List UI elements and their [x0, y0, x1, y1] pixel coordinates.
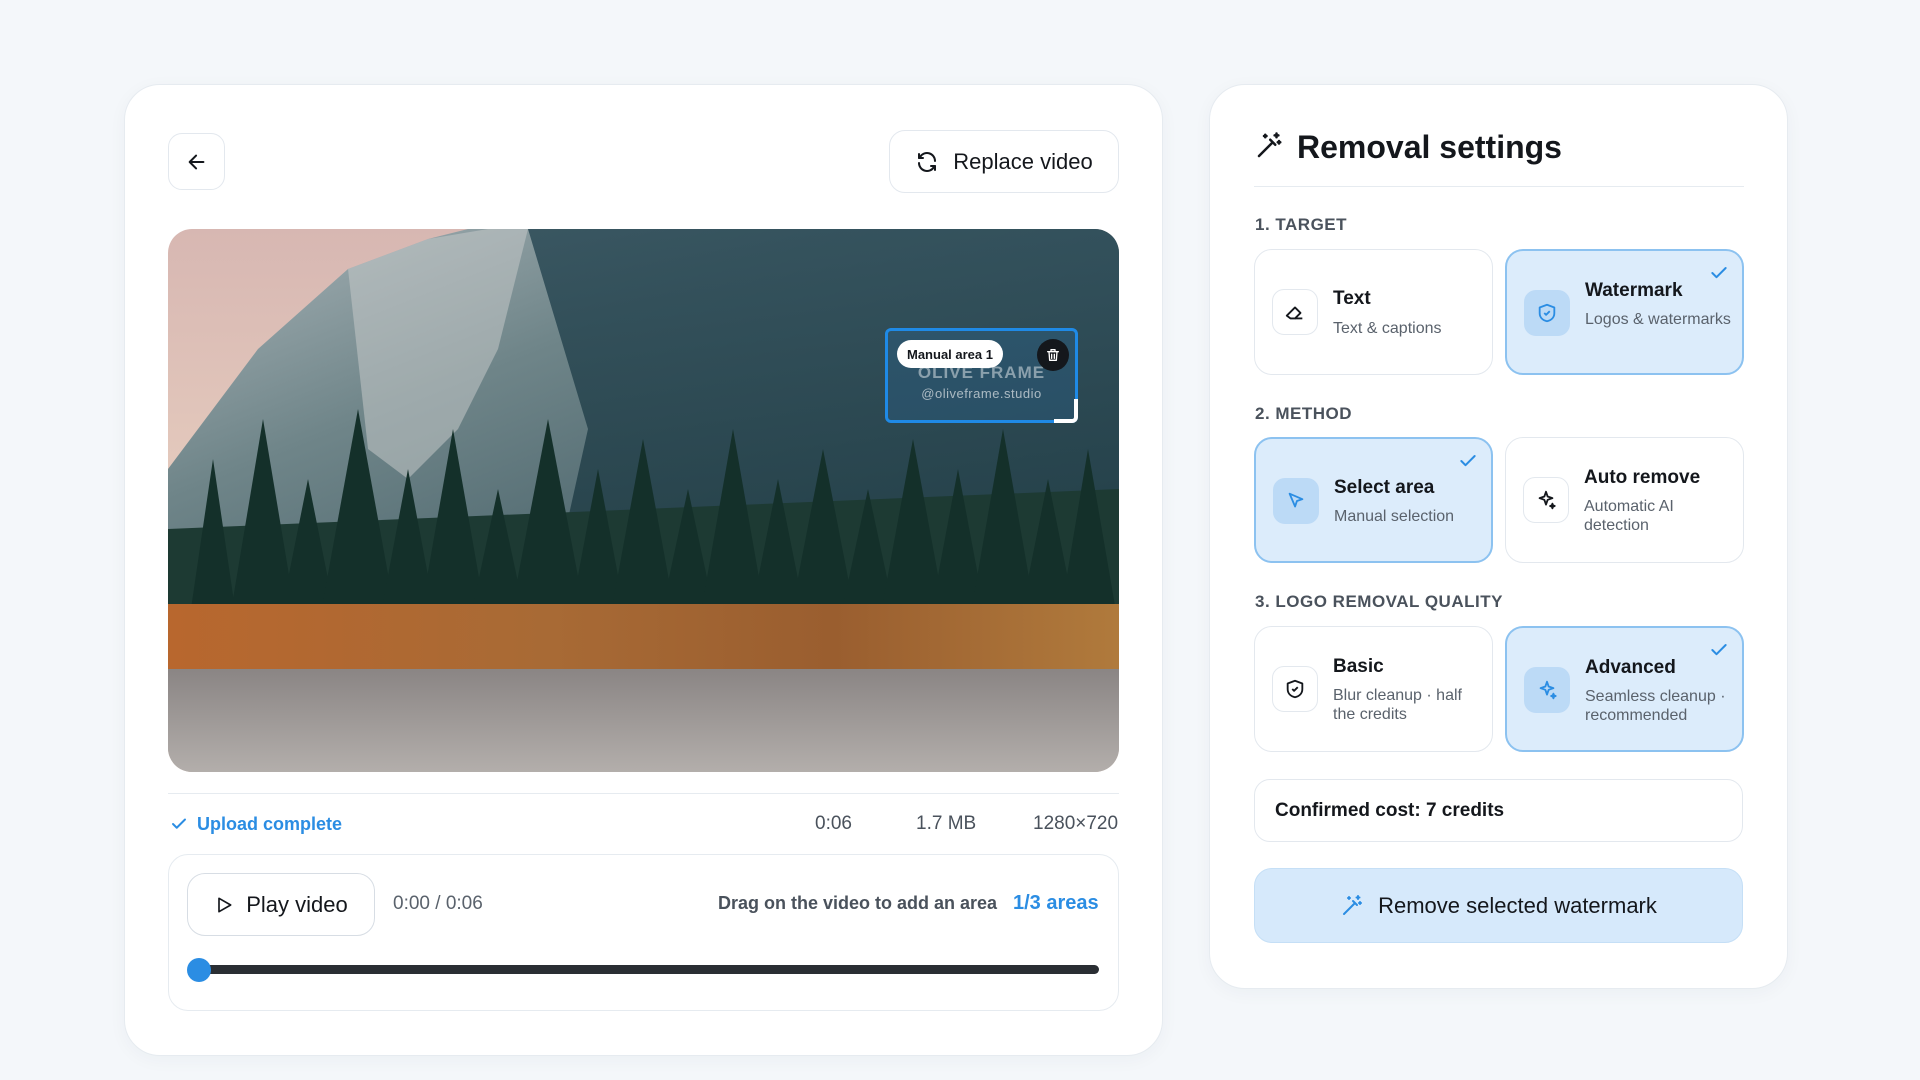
option-basic-subtitle: Blur cleanup · half the credits [1333, 687, 1462, 723]
time-readout: 0:00 / 0:06 [393, 893, 483, 914]
option-watermark-subtitle: Logos & watermarks [1585, 311, 1731, 328]
option-advanced-subtitle: Seamless cleanup · recommended [1585, 688, 1726, 724]
divider [168, 793, 1119, 794]
option-advanced-title: Advanced [1585, 657, 1676, 678]
refresh-icon [918, 151, 937, 172]
replace-video-label: Replace video [953, 148, 1093, 174]
timeline-scrubber[interactable] [196, 965, 1099, 974]
cursor-icon [1273, 478, 1319, 524]
resize-handle[interactable] [1054, 399, 1078, 423]
option-select-area[interactable]: Select area Manual selection [1254, 437, 1493, 563]
section-method-label: 2. METHOD [1255, 404, 1353, 423]
option-auto-remove[interactable]: Auto remove Automatic AI detection [1505, 437, 1744, 563]
video-frame-image [168, 229, 1119, 772]
option-text-subtitle: Text & captions [1333, 320, 1442, 337]
area-count: 1/3 areas [1013, 892, 1099, 914]
scrubber-handle[interactable] [187, 958, 211, 982]
remove-watermark-button[interactable]: Remove selected watermark [1254, 868, 1743, 943]
replace-video-button[interactable]: Replace video [889, 130, 1119, 193]
play-icon [218, 897, 232, 912]
section-quality-label: 3. LOGO REMOVAL QUALITY [1255, 592, 1503, 611]
sparkle-icon [1524, 667, 1570, 713]
drag-hint: Drag on the video to add an area [718, 893, 998, 913]
video-duration: 0:06 [815, 813, 852, 834]
sparkle-icon [1523, 477, 1569, 523]
option-select-area-title: Select area [1334, 477, 1435, 498]
option-watermark-title: Watermark [1585, 280, 1683, 301]
play-video-button[interactable]: Play video [187, 873, 375, 936]
option-auto-remove-title: Auto remove [1584, 467, 1701, 488]
option-text-title: Text [1333, 288, 1371, 309]
shield-icon [1524, 290, 1570, 336]
upload-status-label: Upload complete [197, 813, 343, 834]
option-text[interactable]: Text Text & captions [1254, 249, 1493, 375]
remove-watermark-label: Remove selected watermark [1378, 892, 1657, 918]
file-size: 1.7 MB [916, 813, 977, 834]
option-basic-title: Basic [1333, 656, 1384, 677]
eraser-icon [1272, 289, 1318, 335]
option-basic[interactable]: Basic Blur cleanup · half the credits [1254, 626, 1493, 752]
arrow-left-icon [188, 154, 204, 169]
check-icon [1711, 267, 1727, 279]
section-target-label: 1. TARGET [1255, 215, 1348, 234]
upload-status: Upload complete [170, 812, 342, 836]
cost-summary: Confirmed cost: 7 credits [1254, 779, 1743, 842]
selection-area[interactable]: OLIVE FRAME @oliveframe.studio Manual ar… [885, 328, 1078, 423]
play-video-label: Play video [246, 891, 348, 917]
magic-wand-icon [1343, 894, 1363, 915]
back-button[interactable] [168, 133, 225, 190]
title-divider [1254, 186, 1744, 187]
video-resolution: 1280×720 [1033, 813, 1119, 834]
shield-check-icon [1272, 666, 1318, 712]
option-auto-remove-subtitle: Automatic AI detection [1584, 498, 1674, 534]
option-advanced[interactable]: Advanced Seamless cleanup · recommended [1505, 626, 1744, 752]
check-icon [172, 818, 186, 829]
option-watermark[interactable]: Watermark Logos & watermarks [1505, 249, 1744, 375]
check-icon [1711, 644, 1727, 656]
trash-icon [1047, 349, 1059, 361]
watermark-handle: @oliveframe.studio [921, 386, 1042, 401]
video-canvas[interactable]: OLIVE FRAME @oliveframe.studio Manual ar… [168, 229, 1119, 772]
check-icon [1460, 455, 1476, 467]
cost-text: Confirmed cost: 7 credits [1275, 800, 1505, 821]
delete-area-button[interactable] [1037, 339, 1069, 371]
settings-title: Removal settings [1297, 129, 1562, 165]
selection-label: Manual area 1 [897, 340, 1003, 368]
option-select-area-subtitle: Manual selection [1334, 508, 1455, 525]
magic-wand-icon [1257, 132, 1282, 158]
